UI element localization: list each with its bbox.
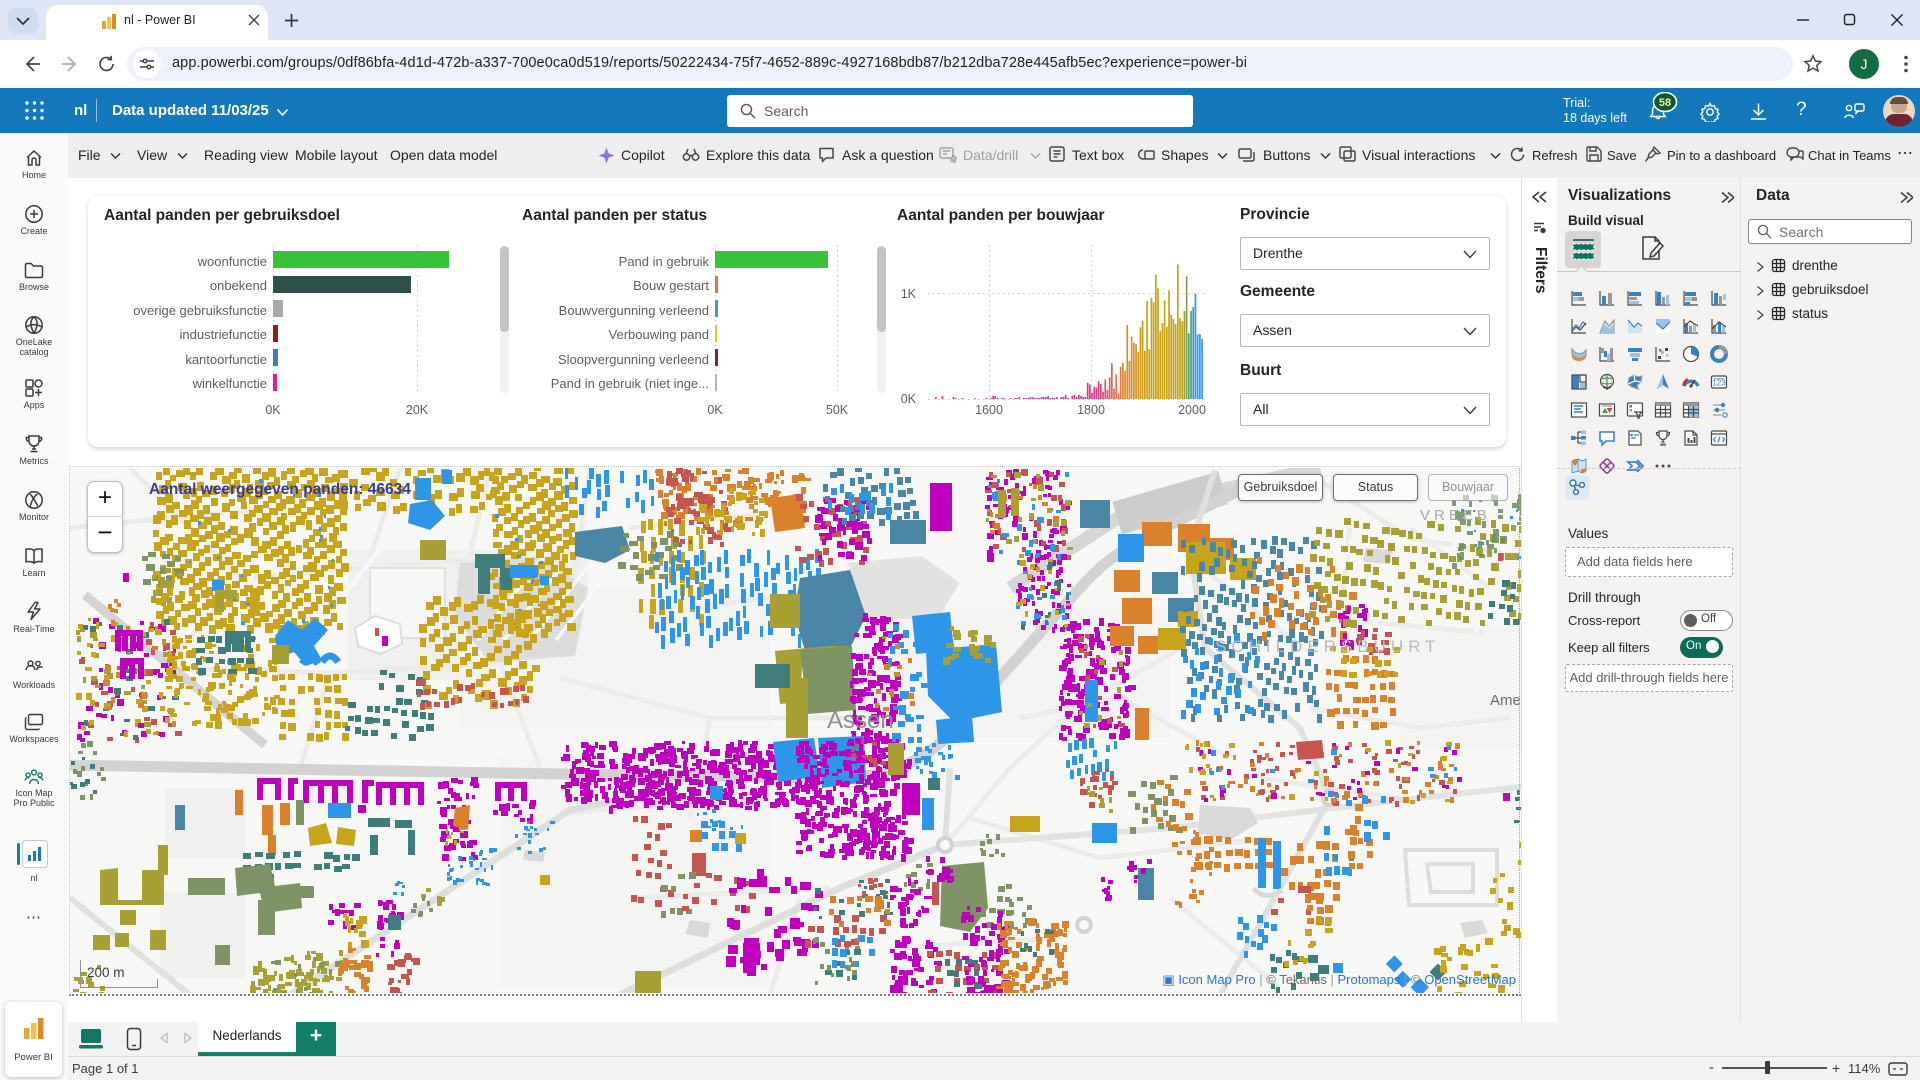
svg-text:Assen: Assen — [827, 707, 894, 734]
svg-text:123: 123 — [1712, 378, 1726, 387]
svg-text:58: 58 — [1659, 97, 1671, 109]
svg-text:VREEB: VREEB — [1420, 507, 1491, 524]
svg-text:Amelt: Amelt — [1490, 692, 1521, 709]
svg-text:SCHILDERSBUURT: SCHILDERSBUURT — [1215, 637, 1441, 656]
